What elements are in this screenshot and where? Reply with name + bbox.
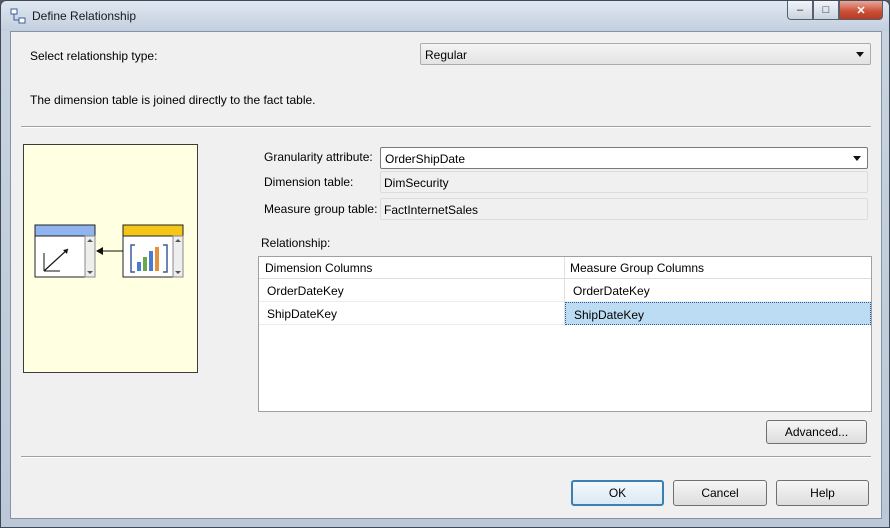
minimize-button[interactable]: – (787, 1, 813, 20)
relationship-icon (10, 8, 26, 24)
diagram-graphic (34, 224, 184, 278)
help-button[interactable]: Help (776, 480, 869, 506)
granularity-select[interactable]: OrderShipDate (380, 147, 868, 169)
dimension-column-cell[interactable]: ShipDateKey (259, 302, 564, 325)
dimension-table-label: Dimension table: (264, 175, 354, 189)
relationship-diagram (23, 144, 198, 373)
maximize-button[interactable]: □ (813, 1, 839, 20)
title-bar[interactable]: Define Relationship – □ ✕ (1, 1, 889, 31)
dialog-body: Select relationship type: Regular The di… (10, 31, 882, 519)
measure-group-table-field: FactInternetSales (380, 198, 868, 220)
minimize-icon: – (796, 4, 804, 16)
window-title: Define Relationship (32, 9, 137, 23)
table-row[interactable]: OrderDateKey OrderDateKey (259, 279, 871, 302)
relationship-type-description: The dimension table is joined directly t… (30, 93, 316, 107)
dimension-table-icon (34, 224, 96, 278)
divider-top (21, 126, 871, 128)
dimension-table-value: DimSecurity (384, 176, 449, 190)
maximize-icon: □ (822, 4, 830, 16)
define-relationship-dialog: Define Relationship – □ ✕ Select relatio… (0, 0, 890, 528)
relationship-label: Relationship: (261, 236, 331, 250)
advanced-button[interactable]: Advanced... (766, 420, 867, 444)
measure-column-cell-selected[interactable]: ShipDateKey (565, 302, 871, 325)
relationship-type-label: Select relationship type: (30, 49, 158, 63)
table-row[interactable]: ShipDateKey ShipDateKey (259, 302, 871, 325)
relationship-grid[interactable]: Dimension Columns Measure Group Columns … (258, 256, 872, 412)
dimension-column-cell[interactable]: OrderDateKey (259, 279, 564, 302)
advanced-button-label: Advanced... (784, 425, 849, 439)
close-icon: ✕ (856, 4, 866, 17)
chevron-down-icon (853, 156, 861, 161)
dimension-table-field: DimSecurity (380, 171, 868, 193)
join-arrow-icon (96, 247, 123, 255)
measure-group-table-value: FactInternetSales (384, 203, 479, 217)
granularity-value: OrderShipDate (385, 152, 466, 166)
chevron-down-icon (856, 52, 864, 57)
divider-bottom (21, 456, 871, 458)
cancel-button-label: Cancel (701, 486, 739, 500)
ok-button[interactable]: OK (571, 480, 664, 506)
column-header-measure[interactable]: Measure Group Columns (570, 261, 704, 275)
help-button-label: Help (810, 486, 835, 500)
column-header-dimension[interactable]: Dimension Columns (265, 261, 372, 275)
ok-button-label: OK (608, 486, 627, 500)
measure-column-cell[interactable]: OrderDateKey (565, 279, 871, 302)
granularity-label: Granularity attribute: (264, 150, 373, 164)
fact-table-icon (122, 224, 184, 278)
cancel-button[interactable]: Cancel (673, 480, 767, 506)
relationship-type-select[interactable]: Regular (420, 43, 871, 65)
close-button[interactable]: ✕ (839, 1, 883, 20)
grid-header: Dimension Columns Measure Group Columns (259, 257, 871, 279)
measure-group-table-label: Measure group table: (264, 202, 378, 216)
relationship-type-value: Regular (425, 48, 468, 62)
